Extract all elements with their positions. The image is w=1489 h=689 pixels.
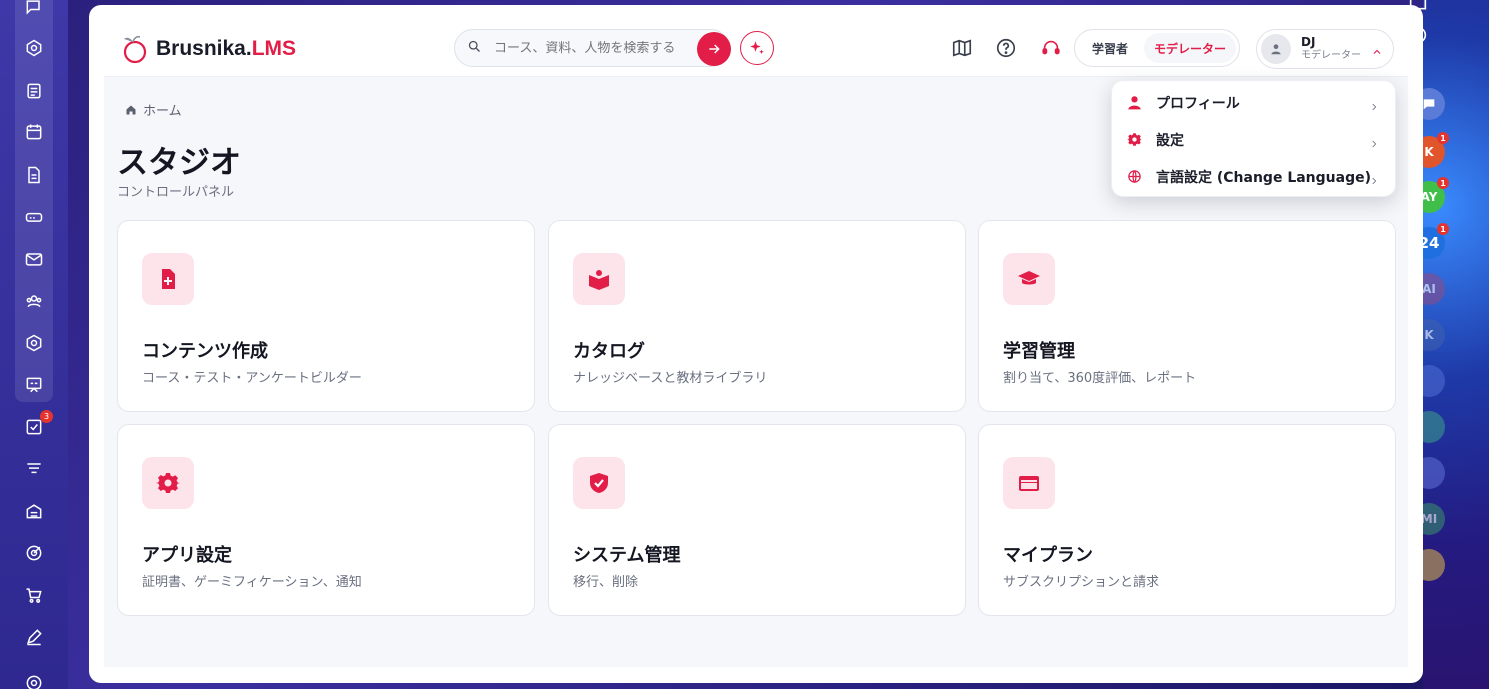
hexagon-icon[interactable] [21,330,47,356]
search-submit-button[interactable] [697,32,731,66]
target-icon[interactable] [21,540,47,566]
card-title: アプリ設定 [142,545,232,566]
breadcrumb: ホーム [125,100,182,119]
mail-icon[interactable] [21,246,47,272]
menu-item-settings[interactable]: 設定 [1112,121,1395,158]
page-subtitle: コントロールパネル [117,185,235,200]
logo-icon [123,35,147,64]
card-description: サブスクリプションと請求 [1003,575,1160,590]
task-check-icon[interactable]: 3 [21,410,53,440]
arrow-right-icon [709,44,720,54]
person-icon [1128,96,1141,110]
user-initials: DJ [1301,35,1316,50]
card-app-settings[interactable]: アプリ設定 証明書、ゲーミフィケーション、通知 [117,424,535,616]
menu-item-label: 設定 [1156,132,1184,149]
user-dropdown-menu: プロフィール 設定 言語設定 (Change Language) [1111,80,1396,197]
help-icon[interactable] [993,35,1019,61]
warehouse-icon[interactable] [21,498,47,524]
map-icon[interactable] [949,35,975,61]
person-icon [1271,44,1281,55]
book-open-icon [573,253,625,305]
card-description: コース・テスト・アンケートビルダー [142,371,362,386]
file-icon[interactable] [21,162,47,188]
card-catalog[interactable]: カタログ ナレッジベースと教材ライブラリ [548,220,966,412]
graduation-cap-icon [1003,253,1055,305]
users-icon[interactable] [21,288,47,314]
chevron-right-icon [1369,97,1379,116]
avatar-label: AY [1420,190,1438,204]
settings-icon[interactable] [21,670,47,689]
gear-icon [1127,133,1142,146]
avatar-badge: 1 [1437,132,1449,144]
logo-text: Brusnika.LMS [156,37,296,61]
globe-icon [1128,170,1141,183]
left-dock: 3 [0,0,68,689]
search-icon [467,39,482,58]
ai-assistant-button[interactable] [740,31,774,65]
search-bar [454,29,731,67]
card-content-creation[interactable]: コンテンツ作成 コース・テスト・アンケートビルダー [117,220,535,412]
card-learning-management[interactable]: 学習管理 割り当て、360度評価、レポート [978,220,1396,412]
support-headset-icon[interactable] [1038,35,1064,61]
shield-check-icon [573,457,625,509]
card-description: 証明書、ゲーミフィケーション、通知 [142,575,362,590]
card-description: 移行、削除 [573,575,639,590]
card-title: システム管理 [573,545,681,566]
calendar-icon[interactable] [21,119,47,145]
role-learner-button[interactable]: 学習者 [1078,33,1142,63]
avatar-badge: 1 [1437,177,1449,189]
logo-main: Brusnika. [156,37,252,60]
gear-icon [142,457,194,509]
credit-card-icon [1003,457,1055,509]
search-input[interactable] [494,40,684,56]
card-title: カタログ [573,341,645,362]
card-system-management[interactable]: システム管理 移行、削除 [548,424,966,616]
chat-icon[interactable] [21,0,47,20]
role-switch: 学習者 モデレーター [1074,29,1240,67]
avatar-label: K [1424,328,1434,342]
tasks-badge: 3 [40,410,53,423]
user-role: モデレーター [1301,50,1361,62]
user-info: DJ モデレーター [1301,35,1361,62]
menu-item-language[interactable]: 言語設定 (Change Language) [1112,158,1395,195]
avatar-label: MI [1420,512,1438,526]
chevron-right-icon [1369,134,1379,153]
page-title: スタジオ [117,145,241,181]
pen-icon[interactable] [21,624,47,650]
chevron-up-icon [1371,43,1383,62]
presentation-icon[interactable] [21,372,47,398]
avatar-label: K [1424,145,1434,159]
avatar-label: AI [1422,282,1436,296]
right-dock-avatars: K 1 AY 1 24 1 AI K MI [1413,0,1489,689]
sparkle-icon [750,41,764,54]
storage-icon[interactable] [21,204,47,230]
cart-icon[interactable] [21,582,47,608]
menu-item-profile[interactable]: プロフィール [1112,84,1395,121]
logo-accent: LMS [251,37,297,60]
avatar [1261,34,1291,64]
chevron-right-icon [1369,171,1379,190]
menu-item-label: 言語設定 (Change Language) [1156,169,1372,186]
avatar-badge: 1 [1437,223,1449,235]
home-icon [126,105,136,114]
card-my-plan[interactable]: マイプラン サブスクリプションと請求 [978,424,1396,616]
filter-icon[interactable] [21,456,47,482]
file-plus-icon [142,253,194,305]
card-description: ナレッジベースと教材ライブラリ [573,371,768,386]
compass-icon[interactable] [21,35,47,61]
card-title: マイプラン [1003,545,1093,566]
breadcrumb-home-link[interactable]: ホーム [143,100,182,119]
card-title: 学習管理 [1003,341,1075,362]
document-icon[interactable] [21,78,47,104]
top-bar: Brusnika.LMS 学習者 モ [104,5,1408,77]
role-moderator-button[interactable]: モデレーター [1144,33,1236,63]
logo[interactable]: Brusnika.LMS [118,33,296,65]
user-menu-button[interactable]: DJ モデレーター [1256,29,1394,69]
card-description: 割り当て、360度評価、レポート [1003,371,1197,386]
card-title: コンテンツ作成 [142,341,268,362]
menu-item-label: プロフィール [1156,95,1240,112]
